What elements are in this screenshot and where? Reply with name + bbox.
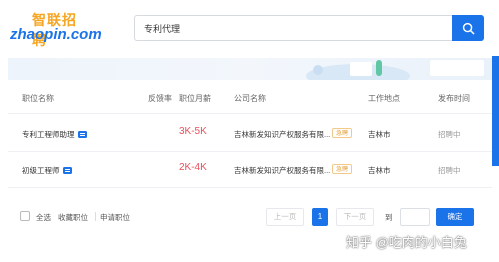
- urgent-badge: 急聘: [332, 164, 353, 174]
- header-feedback[interactable]: 反馈率: [148, 93, 172, 104]
- status-text: 招聘中: [438, 166, 461, 175]
- search-icon: [462, 22, 474, 34]
- table-row[interactable]: 专利工程师助理 3K-5K 吉林新发知识产权服务有限... 急聘 吉林市 招聘中: [8, 116, 492, 152]
- zhaopin-logo[interactable]: 智联招聘 zhaopin.com: [10, 10, 102, 48]
- header-location: 工作地点: [368, 94, 400, 103]
- company-link[interactable]: 吉林新发知识产权服务有限...: [234, 165, 330, 176]
- job-search-page: 智联招聘 zhaopin.com 职位名称 反馈率 职位月薪 公司名称 工作: [0, 0, 499, 262]
- banner-illustration: [306, 60, 410, 80]
- chat-icon[interactable]: [77, 131, 87, 138]
- urgent-badge: 急聘: [332, 128, 353, 138]
- header-position: 职位名称: [22, 94, 54, 103]
- current-page-button[interactable]: 1: [312, 208, 328, 226]
- chat-icon[interactable]: [62, 167, 72, 174]
- scrollbar[interactable]: [492, 56, 499, 166]
- location-text: 吉林市: [368, 130, 391, 139]
- company-link[interactable]: 吉林新发知识产权服务有限...: [234, 129, 330, 140]
- job-title-link[interactable]: 初级工程师: [22, 165, 72, 176]
- logo-english-text: zhaopin.com: [10, 26, 102, 43]
- header-date: 发布时间: [438, 94, 470, 103]
- page-number-input[interactable]: [400, 208, 430, 226]
- job-title-text[interactable]: 专利工程师助理: [22, 130, 75, 139]
- goto-label: 到: [385, 213, 393, 222]
- job-title-link[interactable]: 专利工程师助理: [22, 129, 87, 140]
- select-all-label[interactable]: 全选: [36, 212, 51, 223]
- divider: [95, 212, 96, 221]
- header: 智联招聘 zhaopin.com: [0, 0, 499, 56]
- table-row[interactable]: 初级工程师 2K-4K 吉林新发知识产权服务有限... 急聘 吉林市 招聘中: [8, 152, 492, 188]
- prev-page-button[interactable]: 上一页: [266, 208, 304, 226]
- apply-position-button[interactable]: 申请职位: [100, 212, 130, 223]
- banner-tag: [430, 60, 484, 76]
- header-company: 公司名称: [234, 94, 266, 103]
- search-button[interactable]: [452, 15, 484, 41]
- zhihu-watermark: 知乎 @吃肉的小白兔: [346, 235, 467, 250]
- search-box: [134, 15, 484, 41]
- salary-value: 3K-5K: [179, 126, 207, 137]
- save-position-button[interactable]: 收藏职位: [58, 212, 88, 223]
- confirm-button[interactable]: 确定: [436, 208, 474, 226]
- select-all-checkbox[interactable]: [20, 211, 30, 221]
- banner-strip[interactable]: [8, 58, 492, 80]
- location-text: 吉林市: [368, 166, 391, 175]
- next-page-button[interactable]: 下一页: [336, 208, 374, 226]
- table-header: 职位名称 反馈率 职位月薪 公司名称 工作地点 发布时间: [8, 84, 492, 114]
- status-text: 招聘中: [438, 130, 461, 139]
- salary-value: 2K-4K: [179, 162, 207, 173]
- job-title-text[interactable]: 初级工程师: [22, 166, 60, 175]
- header-salary[interactable]: 职位月薪: [179, 93, 211, 104]
- search-input[interactable]: [136, 17, 452, 39]
